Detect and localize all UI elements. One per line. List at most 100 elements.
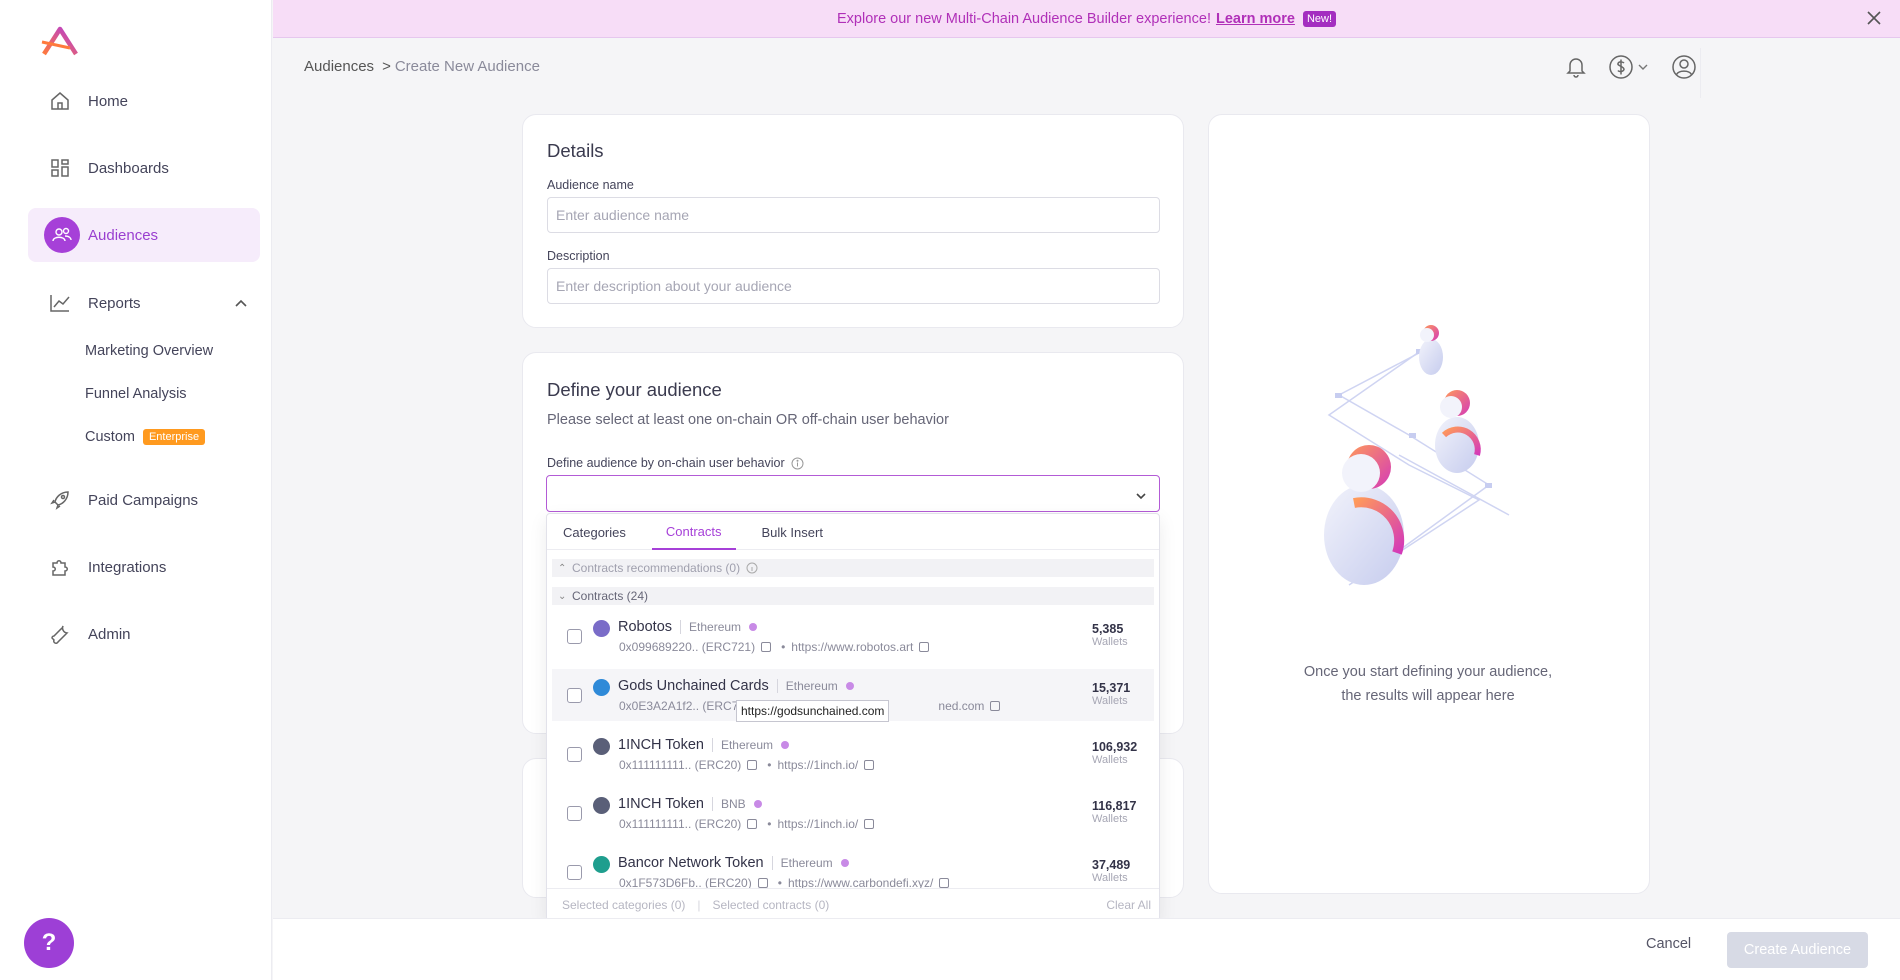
user-avatar-icon[interactable] bbox=[1671, 54, 1697, 80]
copy-icon[interactable] bbox=[990, 701, 1001, 711]
recommendations-group-header[interactable]: ⌃ Contracts recommendations (0) bbox=[552, 559, 1154, 577]
copy-icon[interactable] bbox=[757, 878, 768, 888]
contract-title: 1INCH Token BNB bbox=[618, 796, 762, 812]
wallet-count-value: 15,371 bbox=[1092, 681, 1131, 695]
info-icon[interactable] bbox=[746, 562, 758, 574]
verified-icon bbox=[781, 741, 789, 750]
cancel-button[interactable]: Cancel bbox=[1646, 936, 1691, 952]
results-card bbox=[1208, 114, 1650, 894]
home-icon bbox=[48, 89, 72, 113]
contract-checkbox[interactable] bbox=[567, 688, 582, 703]
sidebar-item-label: Reports bbox=[88, 294, 141, 312]
clear-all-button[interactable]: Clear All bbox=[1106, 898, 1151, 912]
contract-checkbox[interactable] bbox=[567, 806, 582, 821]
wallet-count-value: 37,489 bbox=[1092, 858, 1131, 872]
contract-row[interactable]: 1INCH Token Ethereum 0x111111111.. (ERC20… bbox=[552, 728, 1154, 780]
details-title: Details bbox=[547, 140, 604, 161]
close-icon[interactable] bbox=[1862, 6, 1886, 30]
verified-icon bbox=[749, 623, 758, 632]
contract-meta: 0x111111111.. (ERC20) • https://1inch.io/ bbox=[619, 817, 878, 831]
copy-icon[interactable] bbox=[747, 760, 758, 770]
copy-icon[interactable] bbox=[747, 819, 758, 829]
contract-checkbox[interactable] bbox=[567, 747, 582, 762]
sidebar-item-audiences[interactable]: Audiences bbox=[28, 208, 260, 262]
sidebar-item-label: Paid Campaigns bbox=[88, 491, 199, 509]
audience-name-placeholder: Enter audience name bbox=[556, 207, 690, 223]
chevron-up-icon: ⌃ bbox=[558, 562, 567, 574]
sidebar-item-integrations[interactable]: Integrations bbox=[28, 540, 260, 594]
contract-url[interactable]: https://www.robotos.art bbox=[791, 640, 913, 654]
contract-row[interactable]: 1INCH Token BNB 0x111111111.. (ERC20) • htt… bbox=[552, 787, 1154, 839]
copy-icon[interactable] bbox=[761, 642, 772, 652]
robot-token-icon bbox=[593, 620, 610, 637]
gods-unchained-token-icon bbox=[593, 679, 610, 696]
sidebar-subitem-label: Marketing Overview bbox=[85, 343, 214, 359]
wallet-count: 106,932 Wallets bbox=[1092, 740, 1144, 766]
wallet-count: 37,489 Wallets bbox=[1092, 858, 1144, 884]
onchain-label: Define audience by on-chain user behavio… bbox=[547, 456, 785, 470]
contract-checkbox[interactable] bbox=[567, 865, 582, 880]
contract-name: Gods Unchained Cards bbox=[618, 678, 769, 694]
copy-icon[interactable] bbox=[864, 760, 875, 770]
copy-icon[interactable] bbox=[864, 819, 875, 829]
bell-icon[interactable] bbox=[1566, 56, 1586, 78]
copy-icon[interactable] bbox=[939, 878, 950, 888]
contract-address: 0x099689220.. (ERC721) bbox=[619, 640, 756, 654]
description-label: Description bbox=[547, 249, 610, 263]
help-button[interactable]: ? bbox=[24, 918, 74, 968]
new-badge: New! bbox=[1302, 10, 1337, 27]
sidebar-item-paid-campaigns[interactable]: Paid Campaigns bbox=[28, 473, 260, 527]
contracts-group-header[interactable]: ⌄ Contracts (24) bbox=[552, 587, 1154, 605]
contract-checkbox[interactable] bbox=[567, 629, 582, 644]
header-divider bbox=[1700, 48, 1701, 98]
verified-icon bbox=[753, 800, 762, 809]
contract-meta: 0x111111111.. (ERC20) • https://1inch.io/ bbox=[619, 758, 878, 772]
sidebar-item-label: Audiences bbox=[88, 226, 159, 244]
learn-more-link[interactable]: Learn more bbox=[1216, 11, 1295, 27]
description-input[interactable]: Enter description about your audience bbox=[547, 268, 1160, 304]
contract-name: 1INCH Token bbox=[618, 737, 704, 753]
contract-title: Gods Unchained Cards Ethereum bbox=[618, 678, 854, 694]
wallet-count-label: Wallets bbox=[1092, 813, 1128, 825]
sidebar-item-label: Dashboards bbox=[88, 159, 169, 177]
wallet-count-label: Wallets bbox=[1092, 695, 1128, 707]
audience-name-label: Audience name bbox=[547, 178, 634, 192]
sidebar: Home Dashboards Audiences Reports Market… bbox=[0, 0, 272, 980]
dot-separator: • bbox=[767, 758, 772, 772]
rocket-icon bbox=[48, 488, 72, 512]
contract-title: Bancor Network Token Ethereum bbox=[618, 855, 849, 871]
chevron-up-icon[interactable] bbox=[234, 295, 248, 312]
info-icon[interactable] bbox=[791, 457, 804, 470]
contract-row[interactable]: Robotos Ethereum 0x099689220.. (ERC721) • h… bbox=[552, 610, 1154, 662]
tab-categories[interactable]: Categories bbox=[549, 514, 640, 550]
footer-separator: | bbox=[697, 897, 701, 912]
copy-icon[interactable] bbox=[919, 642, 930, 652]
chevron-down-icon bbox=[1135, 487, 1147, 505]
contract-url[interactable]: https://1inch.io/ bbox=[778, 817, 859, 831]
audience-name-input[interactable]: Enter audience name bbox=[547, 197, 1160, 233]
sidebar-item-reports[interactable]: Reports bbox=[28, 276, 260, 330]
create-audience-button[interactable]: Create Audience bbox=[1727, 932, 1868, 968]
currency-selector[interactable] bbox=[1608, 54, 1649, 80]
sidebar-subitem-marketing-overview[interactable]: Marketing Overview bbox=[85, 343, 213, 359]
details-card: Details Audience name Enter audience nam… bbox=[522, 114, 1184, 328]
sidebar-subitem-custom[interactable]: Custom Enterprise bbox=[85, 429, 206, 445]
logo-icon[interactable] bbox=[40, 26, 80, 58]
breadcrumb-root[interactable]: Audiences bbox=[304, 58, 374, 75]
contract-name: Robotos bbox=[618, 619, 673, 635]
onchain-behavior-select[interactable] bbox=[546, 475, 1160, 512]
person-small bbox=[1419, 325, 1443, 375]
contract-url[interactable]: ned.com bbox=[938, 699, 984, 713]
1inch-token-icon bbox=[593, 797, 610, 814]
sidebar-item-label: Home bbox=[88, 92, 129, 110]
sidebar-item-admin[interactable]: Admin bbox=[28, 607, 260, 661]
tab-bulk-insert[interactable]: Bulk Insert bbox=[748, 514, 837, 550]
contract-url[interactable]: https://1inch.io/ bbox=[778, 758, 859, 772]
sidebar-item-home[interactable]: Home bbox=[28, 74, 260, 128]
bancor-token-icon bbox=[593, 856, 610, 873]
tab-contracts[interactable]: Contracts bbox=[651, 514, 736, 550]
chevron-down-icon: ⌄ bbox=[558, 590, 567, 602]
sidebar-item-dashboards[interactable]: Dashboards bbox=[28, 141, 260, 195]
sidebar-subitem-funnel-analysis[interactable]: Funnel Analysis bbox=[85, 386, 187, 402]
breadcrumb-current: Create New Audience bbox=[394, 58, 540, 75]
